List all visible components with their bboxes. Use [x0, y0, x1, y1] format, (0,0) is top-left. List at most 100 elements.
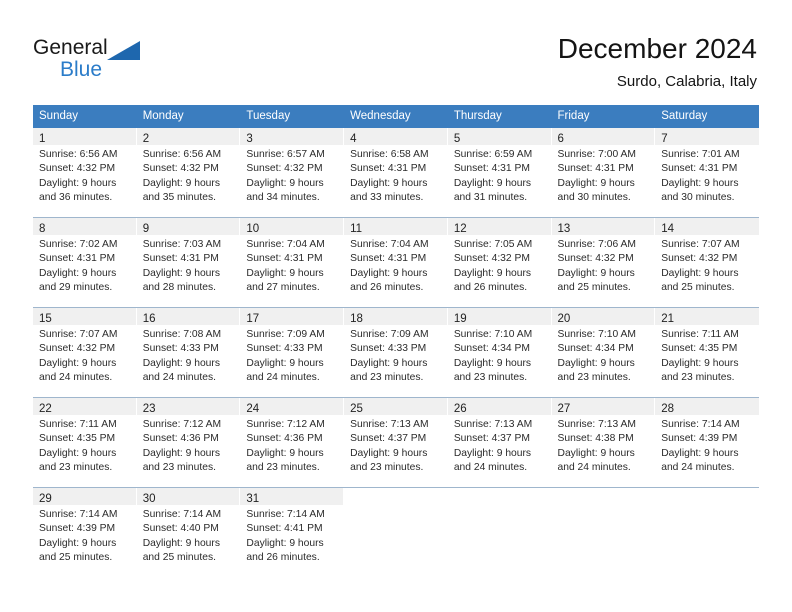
- daylight-duration-line1: Daylight: 9 hours: [661, 357, 739, 369]
- day-number-band: 27: [551, 398, 655, 415]
- day-details: Sunrise: 7:10 AM Sunset: 4:34 PM Daylight:…: [552, 325, 655, 385]
- day-number-band: 30: [136, 488, 240, 505]
- sunset-time: Sunset: 4:32 PM: [246, 163, 323, 175]
- daylight-duration-line2: and 23 minutes.: [246, 461, 320, 473]
- sunrise-time: Sunrise: 7:11 AM: [661, 329, 739, 340]
- daylight-duration-line1: Daylight: 9 hours: [350, 447, 428, 459]
- daylight-duration-line2: and 23 minutes.: [350, 461, 424, 473]
- day-details: Sunrise: 7:14 AM Sunset: 4:39 PM Daylight:…: [655, 415, 759, 475]
- sunrise-time: Sunrise: 7:02 AM: [39, 239, 118, 250]
- day-number: 4: [350, 133, 357, 145]
- daylight-duration-line2: and 36 minutes.: [39, 191, 113, 203]
- calendar-day-cell[interactable]: 1 Sunrise: 6:56 AM Sunset: 4:32 PM Daylight…: [33, 128, 137, 217]
- calendar-day-cell[interactable]: 31 Sunrise: 7:14 AM Sunset: 4:41 PM Dayligh…: [240, 488, 345, 577]
- calendar-day-cell[interactable]: 23 Sunrise: 7:12 AM Sunset: 4:36 PM Dayligh…: [136, 398, 241, 487]
- calendar-grid: Sunday Monday Tuesday Wednesday Thursday…: [33, 105, 759, 577]
- day-number: 11: [350, 223, 363, 235]
- day-number-band: 25: [344, 398, 447, 415]
- day-number-band: 22: [33, 398, 136, 415]
- sunset-time: Sunset: 4:38 PM: [557, 433, 634, 445]
- calendar-day-cell[interactable]: 8 Sunrise: 7:02 AM Sunset: 4:31 PM Daylight…: [33, 218, 137, 307]
- day-number-band: 4: [344, 128, 447, 145]
- day-number: 18: [350, 313, 363, 325]
- calendar-day-cell[interactable]: 20 Sunrise: 7:10 AM Sunset: 4:34 PM Dayligh…: [551, 308, 656, 397]
- calendar-day-cell[interactable]: 15 Sunrise: 7:07 AM Sunset: 4:32 PM Dayligh…: [33, 308, 137, 397]
- day-details: Sunrise: 7:12 AM Sunset: 4:36 PM Daylight:…: [240, 415, 343, 475]
- sunset-time: Sunset: 4:33 PM: [142, 343, 219, 355]
- daylight-duration-line2: and 25 minutes.: [661, 281, 735, 293]
- calendar-day-cell[interactable]: 10 Sunrise: 7:04 AM Sunset: 4:31 PM Dayligh…: [240, 218, 345, 307]
- calendar-day-cell[interactable]: 7 Sunrise: 7:01 AM Sunset: 4:31 PM Daylight…: [655, 128, 759, 217]
- weekday-header-tuesday: Tuesday: [246, 110, 291, 122]
- calendar-day-cell[interactable]: 16 Sunrise: 7:08 AM Sunset: 4:33 PM Dayligh…: [136, 308, 241, 397]
- day-number-band: 26: [447, 398, 551, 415]
- day-number: 15: [39, 313, 52, 325]
- calendar-day-cell-empty: [655, 488, 759, 577]
- daylight-duration-line1: Daylight: 9 hours: [661, 177, 739, 189]
- calendar-day-cell[interactable]: 18 Sunrise: 7:09 AM Sunset: 4:33 PM Dayligh…: [344, 308, 448, 397]
- sunset-time: Sunset: 4:39 PM: [661, 433, 738, 445]
- page-subtitle-location: Surdo, Calabria, Italy: [616, 73, 757, 90]
- calendar-day-cell[interactable]: 5 Sunrise: 6:59 AM Sunset: 4:31 PM Daylight…: [447, 128, 552, 217]
- calendar-day-cell[interactable]: 25 Sunrise: 7:13 AM Sunset: 4:37 PM Dayligh…: [344, 398, 448, 487]
- day-number-band: 8: [33, 218, 136, 235]
- daylight-duration-line1: Daylight: 9 hours: [453, 267, 532, 279]
- calendar-day-cell[interactable]: 12 Sunrise: 7:05 AM Sunset: 4:32 PM Dayligh…: [447, 218, 552, 307]
- daylight-duration-line2: and 31 minutes.: [453, 191, 528, 203]
- daylight-duration-line2: and 23 minutes.: [39, 461, 113, 473]
- day-details: Sunrise: 7:02 AM Sunset: 4:31 PM Daylight:…: [33, 235, 136, 295]
- calendar-day-cell[interactable]: 29 Sunrise: 7:14 AM Sunset: 4:39 PM Dayligh…: [33, 488, 137, 577]
- calendar-day-cell[interactable]: 26 Sunrise: 7:13 AM Sunset: 4:37 PM Dayligh…: [447, 398, 552, 487]
- calendar-day-cell[interactable]: 27 Sunrise: 7:13 AM Sunset: 4:38 PM Dayligh…: [551, 398, 656, 487]
- daylight-duration-line2: and 24 minutes.: [453, 461, 528, 473]
- calendar-day-cell[interactable]: 19 Sunrise: 7:10 AM Sunset: 4:34 PM Dayligh…: [447, 308, 552, 397]
- calendar-day-cell[interactable]: 6 Sunrise: 7:00 AM Sunset: 4:31 PM Daylight…: [551, 128, 656, 217]
- calendar-day-cell[interactable]: 21 Sunrise: 7:11 AM Sunset: 4:35 PM Dayligh…: [655, 308, 759, 397]
- day-number-band: 24: [240, 398, 344, 415]
- day-number: 27: [557, 403, 571, 415]
- calendar-day-cell[interactable]: 28 Sunrise: 7:14 AM Sunset: 4:39 PM Dayligh…: [655, 398, 759, 487]
- day-number-band: 9: [136, 218, 240, 235]
- daylight-duration-line2: and 30 minutes.: [557, 191, 631, 203]
- daylight-duration-line2: and 35 minutes.: [142, 191, 216, 203]
- calendar-day-cell[interactable]: 22 Sunrise: 7:11 AM Sunset: 4:35 PM Dayligh…: [33, 398, 137, 487]
- daylight-duration-line1: Daylight: 9 hours: [350, 357, 428, 369]
- daylight-duration-line1: Daylight: 9 hours: [557, 177, 635, 189]
- calendar-day-cell[interactable]: 14 Sunrise: 7:07 AM Sunset: 4:32 PM Dayligh…: [655, 218, 759, 307]
- calendar-day-cell[interactable]: 17 Sunrise: 7:09 AM Sunset: 4:33 PM Dayligh…: [240, 308, 345, 397]
- day-number: 24: [246, 403, 260, 415]
- calendar-day-cell[interactable]: 4 Sunrise: 6:58 AM Sunset: 4:31 PM Daylight…: [344, 128, 448, 217]
- daylight-duration-line1: Daylight: 9 hours: [557, 447, 635, 459]
- daylight-duration-line1: Daylight: 9 hours: [350, 177, 428, 189]
- sunset-time: Sunset: 4:33 PM: [350, 343, 427, 355]
- sunrise-time: Sunrise: 7:11 AM: [39, 419, 117, 430]
- day-details: Sunrise: 7:06 AM Sunset: 4:32 PM Daylight:…: [552, 235, 655, 295]
- day-number: 6: [557, 133, 564, 145]
- calendar-day-cell[interactable]: 24 Sunrise: 7:12 AM Sunset: 4:36 PM Dayligh…: [240, 398, 345, 487]
- calendar-week-row: 8 Sunrise: 7:02 AM Sunset: 4:31 PM Daylight…: [33, 217, 759, 307]
- day-details: Sunrise: 6:58 AM Sunset: 4:31 PM Daylight:…: [344, 145, 447, 205]
- day-number: 22: [39, 403, 52, 415]
- day-number-band: [447, 488, 551, 505]
- sunset-time: Sunset: 4:36 PM: [246, 433, 323, 445]
- calendar-weeks: 1 Sunrise: 6:56 AM Sunset: 4:32 PM Daylight…: [33, 128, 759, 577]
- calendar-day-cell[interactable]: 11 Sunrise: 7:04 AM Sunset: 4:31 PM Dayligh…: [344, 218, 448, 307]
- day-details: Sunrise: 6:56 AM Sunset: 4:32 PM Daylight:…: [33, 145, 136, 205]
- sunrise-time: Sunrise: 7:13 AM: [350, 419, 429, 430]
- calendar-day-cell[interactable]: 13 Sunrise: 7:06 AM Sunset: 4:32 PM Dayligh…: [551, 218, 656, 307]
- daylight-duration-line1: Daylight: 9 hours: [142, 447, 220, 459]
- sunset-time: Sunset: 4:31 PM: [661, 163, 738, 175]
- day-number: 20: [557, 313, 571, 325]
- day-number-band: 19: [447, 308, 551, 325]
- calendar-day-cell[interactable]: 2 Sunrise: 6:56 AM Sunset: 4:32 PM Daylight…: [136, 128, 241, 217]
- day-number-band: 3: [240, 128, 344, 145]
- sunset-time: Sunset: 4:32 PM: [39, 343, 116, 355]
- calendar-day-cell[interactable]: 9 Sunrise: 7:03 AM Sunset: 4:31 PM Daylight…: [136, 218, 241, 307]
- calendar-day-cell[interactable]: 30 Sunrise: 7:14 AM Sunset: 4:40 PM Dayligh…: [136, 488, 241, 577]
- weekday-header-saturday: Saturday: [661, 110, 708, 122]
- sunset-time: Sunset: 4:32 PM: [453, 253, 530, 265]
- daylight-duration-line2: and 25 minutes.: [39, 551, 113, 563]
- calendar-day-cell[interactable]: 3 Sunrise: 6:57 AM Sunset: 4:32 PM Daylight…: [240, 128, 345, 217]
- daylight-duration-line2: and 26 minutes.: [453, 281, 528, 293]
- sunset-time: Sunset: 4:39 PM: [39, 523, 116, 535]
